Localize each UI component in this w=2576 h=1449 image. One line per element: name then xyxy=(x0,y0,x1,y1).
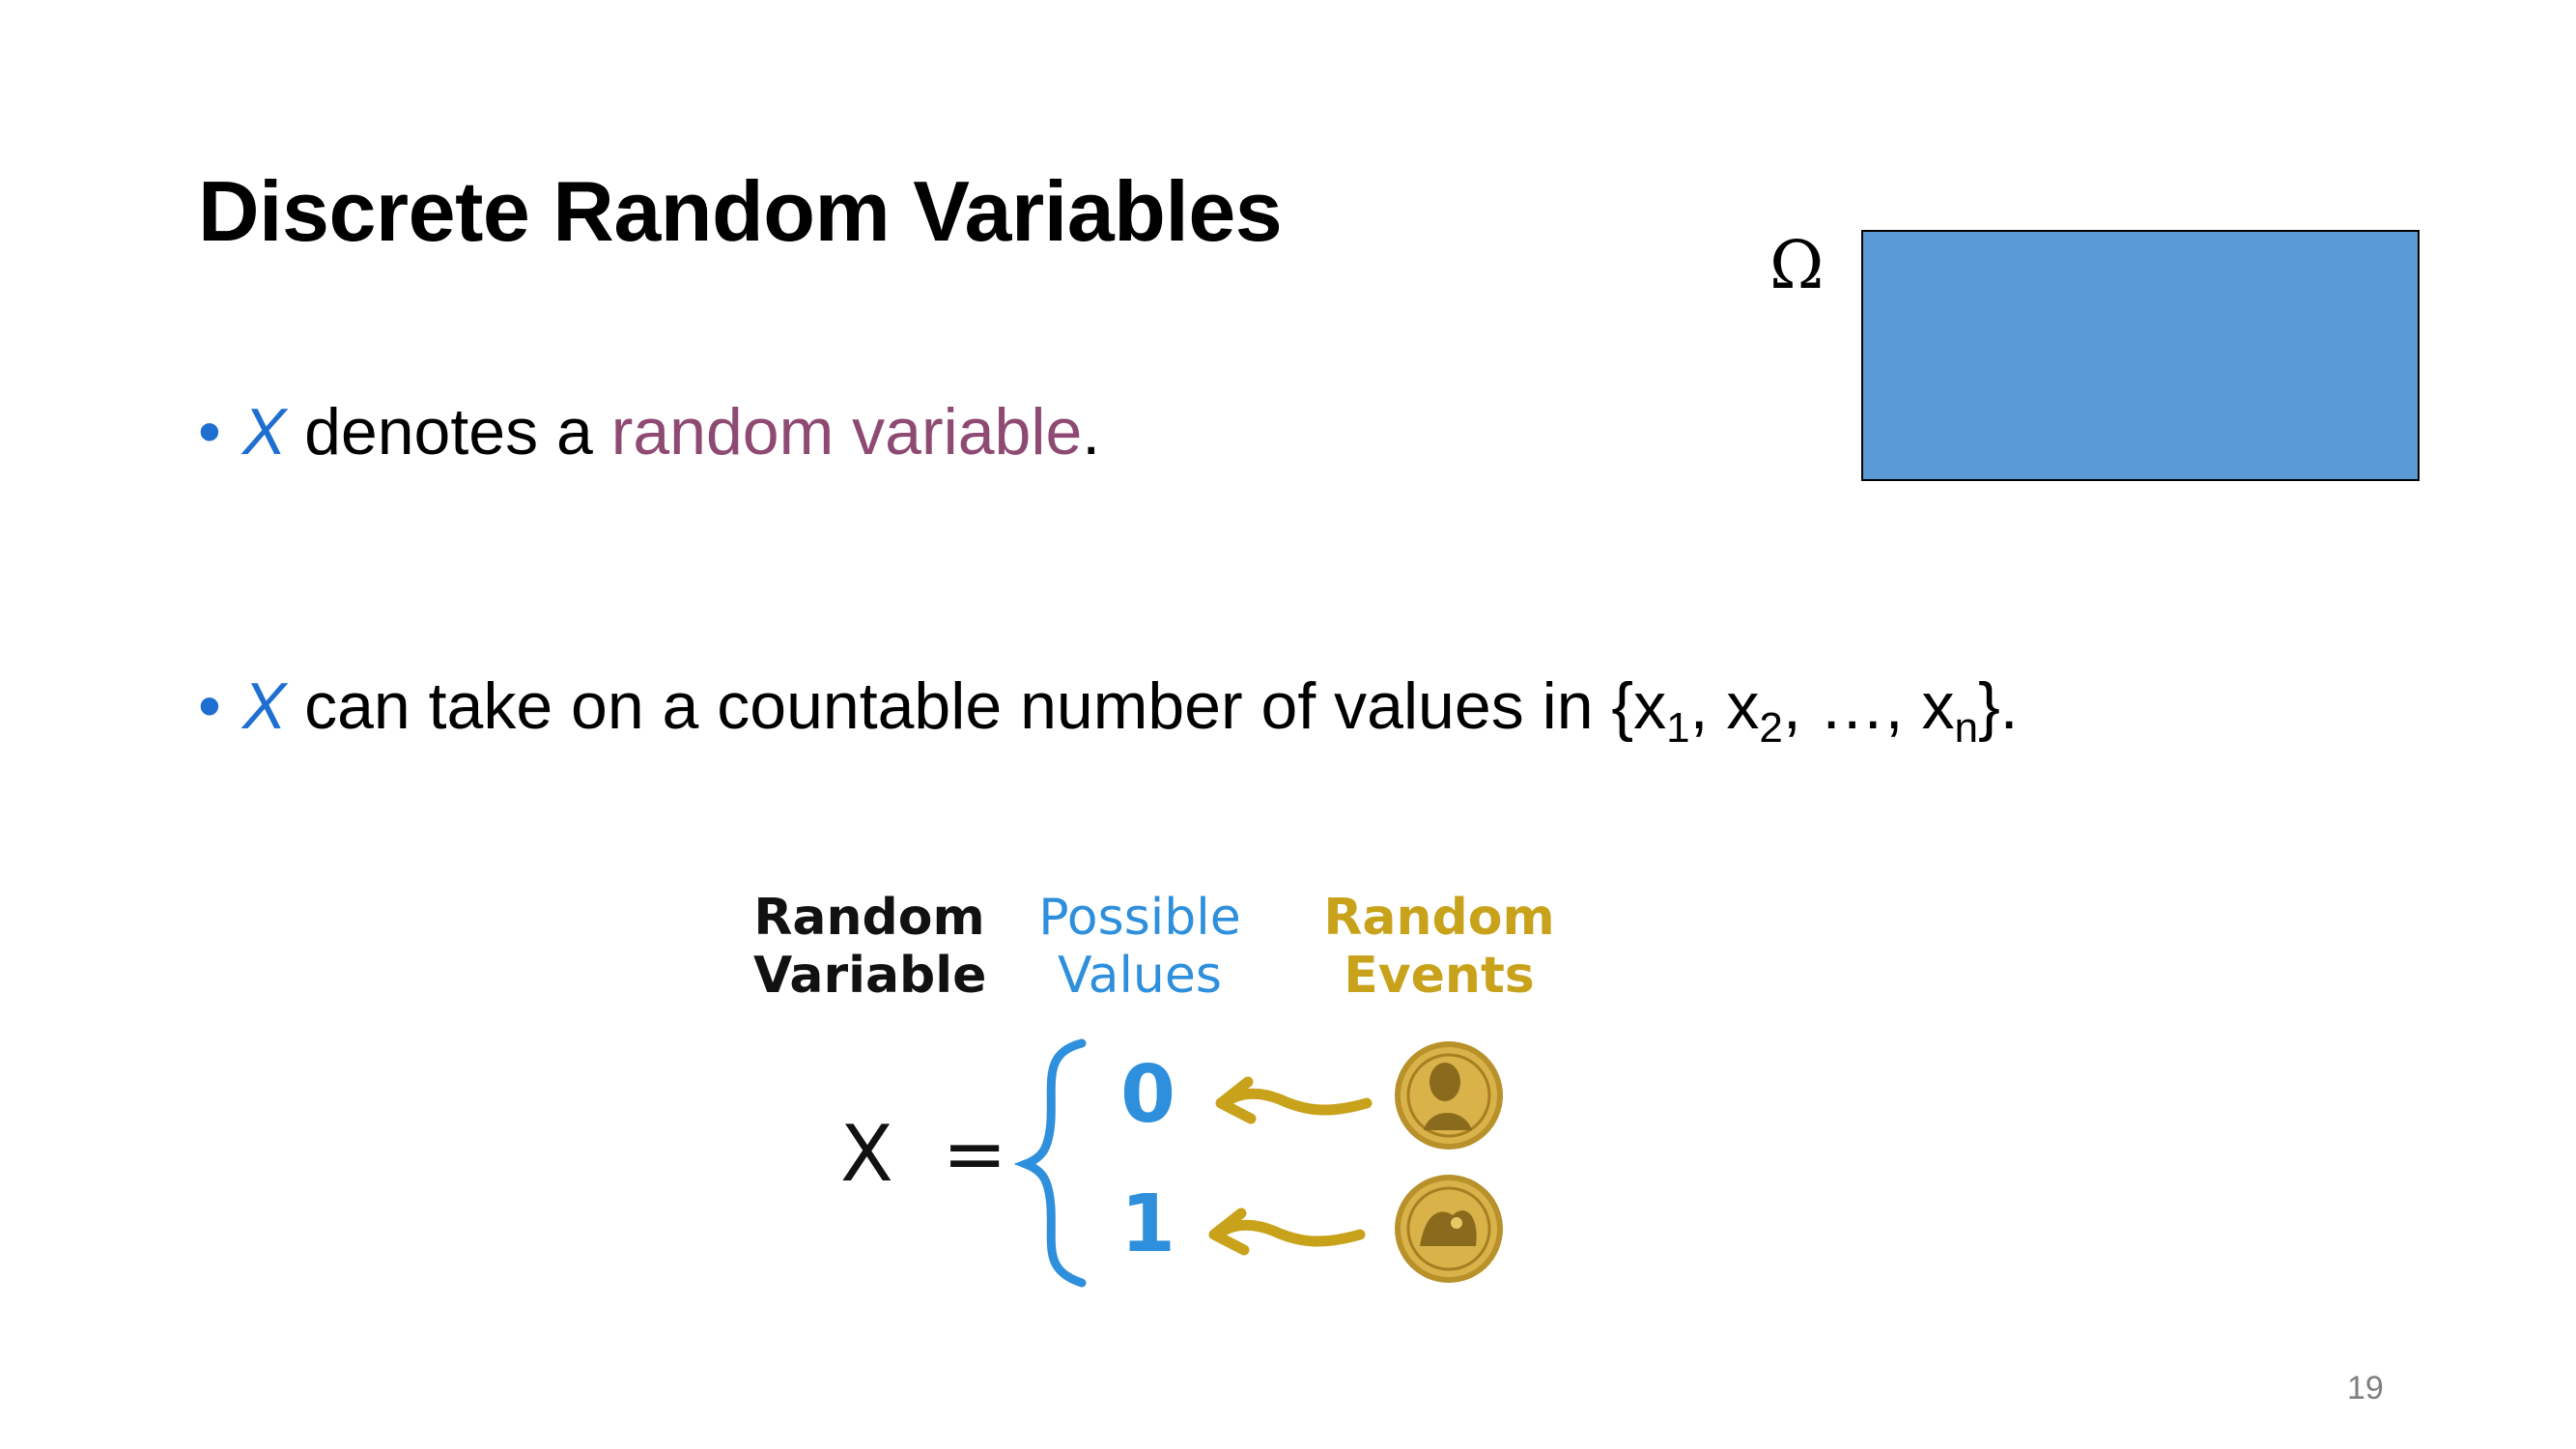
bullet-dot: • xyxy=(198,669,221,743)
bullet-text-end: . xyxy=(1082,395,1101,469)
bullet-text: denotes a xyxy=(304,395,593,469)
coin-heads-icon xyxy=(1395,1041,1503,1150)
curly-brace-icon xyxy=(1013,1038,1087,1288)
coin-random-variable-figure: Random Variable Possible Values Random E… xyxy=(753,889,1574,1294)
bullet-dot: • xyxy=(198,395,221,469)
bullet-countable-values: • X can take on a countable number of val… xyxy=(198,668,2019,750)
variable-x: X xyxy=(241,395,287,469)
arrow-left-icon xyxy=(1208,1208,1366,1256)
variable-x: X xyxy=(241,669,287,743)
subscript-2: 2 xyxy=(1759,704,1783,752)
bullet-text-mid1: , x xyxy=(1689,669,1760,743)
value-1: 1 xyxy=(1120,1179,1176,1270)
slide-title: Discrete Random Variables xyxy=(198,163,1283,259)
bullet-text-mid2: , …, x xyxy=(1782,669,1955,743)
sample-space-box xyxy=(1861,230,2420,481)
bullet-text-end: }. xyxy=(1977,669,2019,743)
slide: Discrete Random Variables Ω • X denotes a… xyxy=(0,0,2576,1449)
arrow-left-icon xyxy=(1215,1076,1373,1124)
coin-tails-icon xyxy=(1395,1175,1503,1283)
omega-label: Ω xyxy=(1769,228,1825,304)
subscript-1: 1 xyxy=(1666,704,1690,752)
subscript-n: n xyxy=(1954,704,1978,752)
page-number: 19 xyxy=(2347,1370,2384,1406)
bullet-random-variable: • X denotes a random variable. xyxy=(198,394,1100,469)
value-0: 0 xyxy=(1120,1049,1176,1141)
term-random-variable: random variable xyxy=(610,395,1083,469)
bullet-text: can take on a countable number of values… xyxy=(304,669,1667,743)
